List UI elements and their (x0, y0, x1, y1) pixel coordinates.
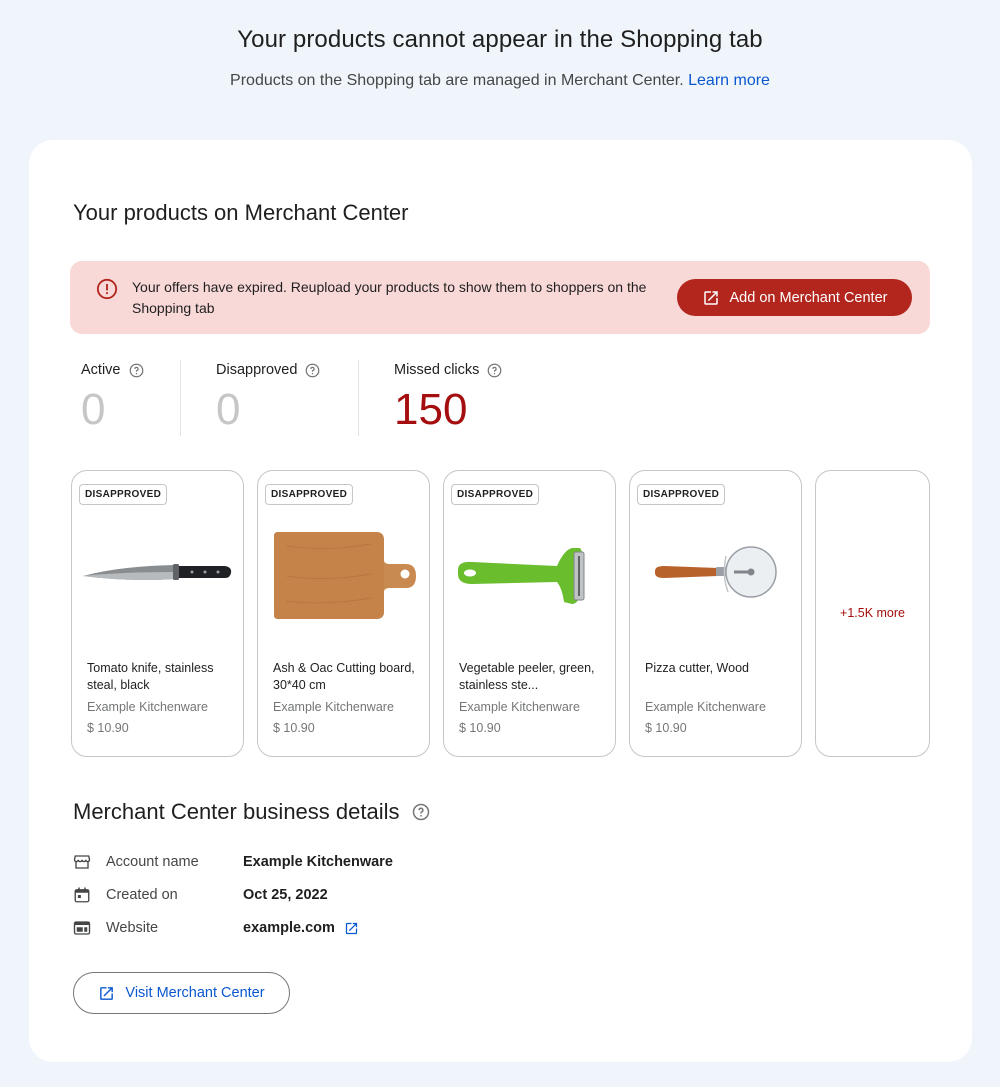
cutting-board-image (274, 532, 416, 619)
product-price: $ 10.90 (87, 721, 129, 735)
expired-offers-alert: Your offers have expired. Reupload your … (70, 261, 930, 334)
storefront-icon (73, 855, 91, 869)
detail-label: Account name (106, 854, 199, 870)
page-subtitle: Products on the Shopping tab are managed… (0, 72, 1000, 90)
open-in-new-icon (703, 290, 718, 305)
learn-more-link[interactable]: Learn more (688, 72, 770, 89)
stat-disapproved-value: 0 (216, 385, 241, 434)
status-badge: DISAPPROVED (637, 484, 726, 505)
product-price: $ 10.90 (459, 721, 501, 735)
stat-missed-clicks-value: 150 (394, 385, 468, 434)
stat-active-value: 0 (81, 385, 106, 434)
stat-active-label-row: Active (81, 360, 144, 380)
product-name: Tomato knife, stainless steal, black (87, 661, 214, 692)
website-link[interactable]: example.com (243, 920, 335, 936)
detail-label: Website (106, 920, 159, 936)
business-details-title-text: Merchant Center business details (73, 799, 400, 824)
product-card[interactable]: DISAPPROVED Tomato knife, stainless stea… (71, 470, 244, 757)
stat-disapproved-label-row: Disapproved (216, 360, 320, 380)
web-icon (73, 921, 91, 935)
detail-row-website: Website example.com (73, 916, 359, 940)
error-icon (96, 278, 118, 300)
website-link-row: example.com (243, 920, 359, 936)
visit-merchant-center-label: Visit Merchant Center (125, 985, 265, 1001)
visit-merchant-center-button[interactable]: Visit Merchant Center (73, 972, 290, 1014)
status-badge: DISAPPROVED (265, 484, 354, 505)
page-title: Your products cannot appear in the Shopp… (237, 26, 763, 53)
product-seller: Example Kitchenware (645, 700, 766, 714)
calendar-icon (74, 887, 90, 903)
more-products-label: +1.5K more (840, 606, 905, 620)
product-card[interactable]: DISAPPROVED Vegetable peeler, green, sta… (443, 470, 616, 757)
product-card[interactable]: DISAPPROVED Pizza cutter, Wood Example K… (629, 470, 802, 757)
help-icon[interactable] (129, 363, 144, 378)
stat-divider (358, 360, 359, 436)
help-icon[interactable] (305, 363, 320, 378)
knife-image (83, 564, 232, 580)
detail-label: Created on (106, 887, 178, 903)
pizza-cutter-image (655, 546, 777, 598)
product-name: Pizza cutter, Wood (645, 661, 749, 675)
add-on-merchant-center-button[interactable]: Add on Merchant Center (677, 279, 912, 316)
stat-missed-clicks: Missed clicks 150 (394, 360, 502, 436)
stat-missed-clicks-label-row: Missed clicks (394, 360, 502, 380)
product-seller: Example Kitchenware (273, 700, 394, 714)
stat-active-label: Active (81, 362, 121, 378)
status-badge: DISAPPROVED (79, 484, 168, 505)
product-price: $ 10.90 (645, 721, 687, 735)
product-card[interactable]: DISAPPROVED Ash & Oac Cutting board, 30*… (257, 470, 430, 757)
stat-missed-clicks-label: Missed clicks (394, 362, 480, 378)
add-on-merchant-center-label: Add on Merchant Center (729, 289, 888, 306)
product-name: Vegetable peeler, green, stainless ste..… (459, 661, 595, 692)
open-in-new-icon[interactable] (344, 921, 359, 936)
product-seller: Example Kitchenware (87, 700, 208, 714)
product-price: $ 10.90 (273, 721, 315, 735)
status-badge: DISAPPROVED (451, 484, 540, 505)
detail-row-account-name: Account name Example Kitchenware (73, 850, 393, 874)
alert-message: Your offers have expired. Reupload your … (132, 279, 647, 316)
product-name: Ash & Oac Cutting board, 30*40 cm (273, 661, 415, 692)
open-in-new-icon (100, 986, 114, 1000)
help-icon[interactable] (487, 363, 502, 378)
product-seller: Example Kitchenware (459, 700, 580, 714)
stat-disapproved-label: Disapproved (216, 362, 298, 378)
detail-value: Example Kitchenware (243, 854, 393, 870)
detail-value: Oct 25, 2022 (243, 887, 328, 903)
peeler-image (458, 548, 585, 604)
stat-active: Active 0 (81, 360, 144, 436)
detail-row-created-on: Created on Oct 25, 2022 (73, 883, 328, 907)
stat-divider (180, 360, 181, 436)
subtitle-text: Products on the Shopping tab are managed… (230, 72, 684, 89)
more-products-card[interactable]: +1.5K more (815, 470, 930, 757)
business-details-title: Merchant Center business details (73, 799, 430, 825)
help-icon[interactable] (412, 803, 430, 821)
merchant-center-card: Your products on Merchant Center Your of… (29, 140, 972, 1062)
section-title: Your products on Merchant Center (73, 200, 409, 225)
stat-disapproved: Disapproved 0 (216, 360, 320, 436)
